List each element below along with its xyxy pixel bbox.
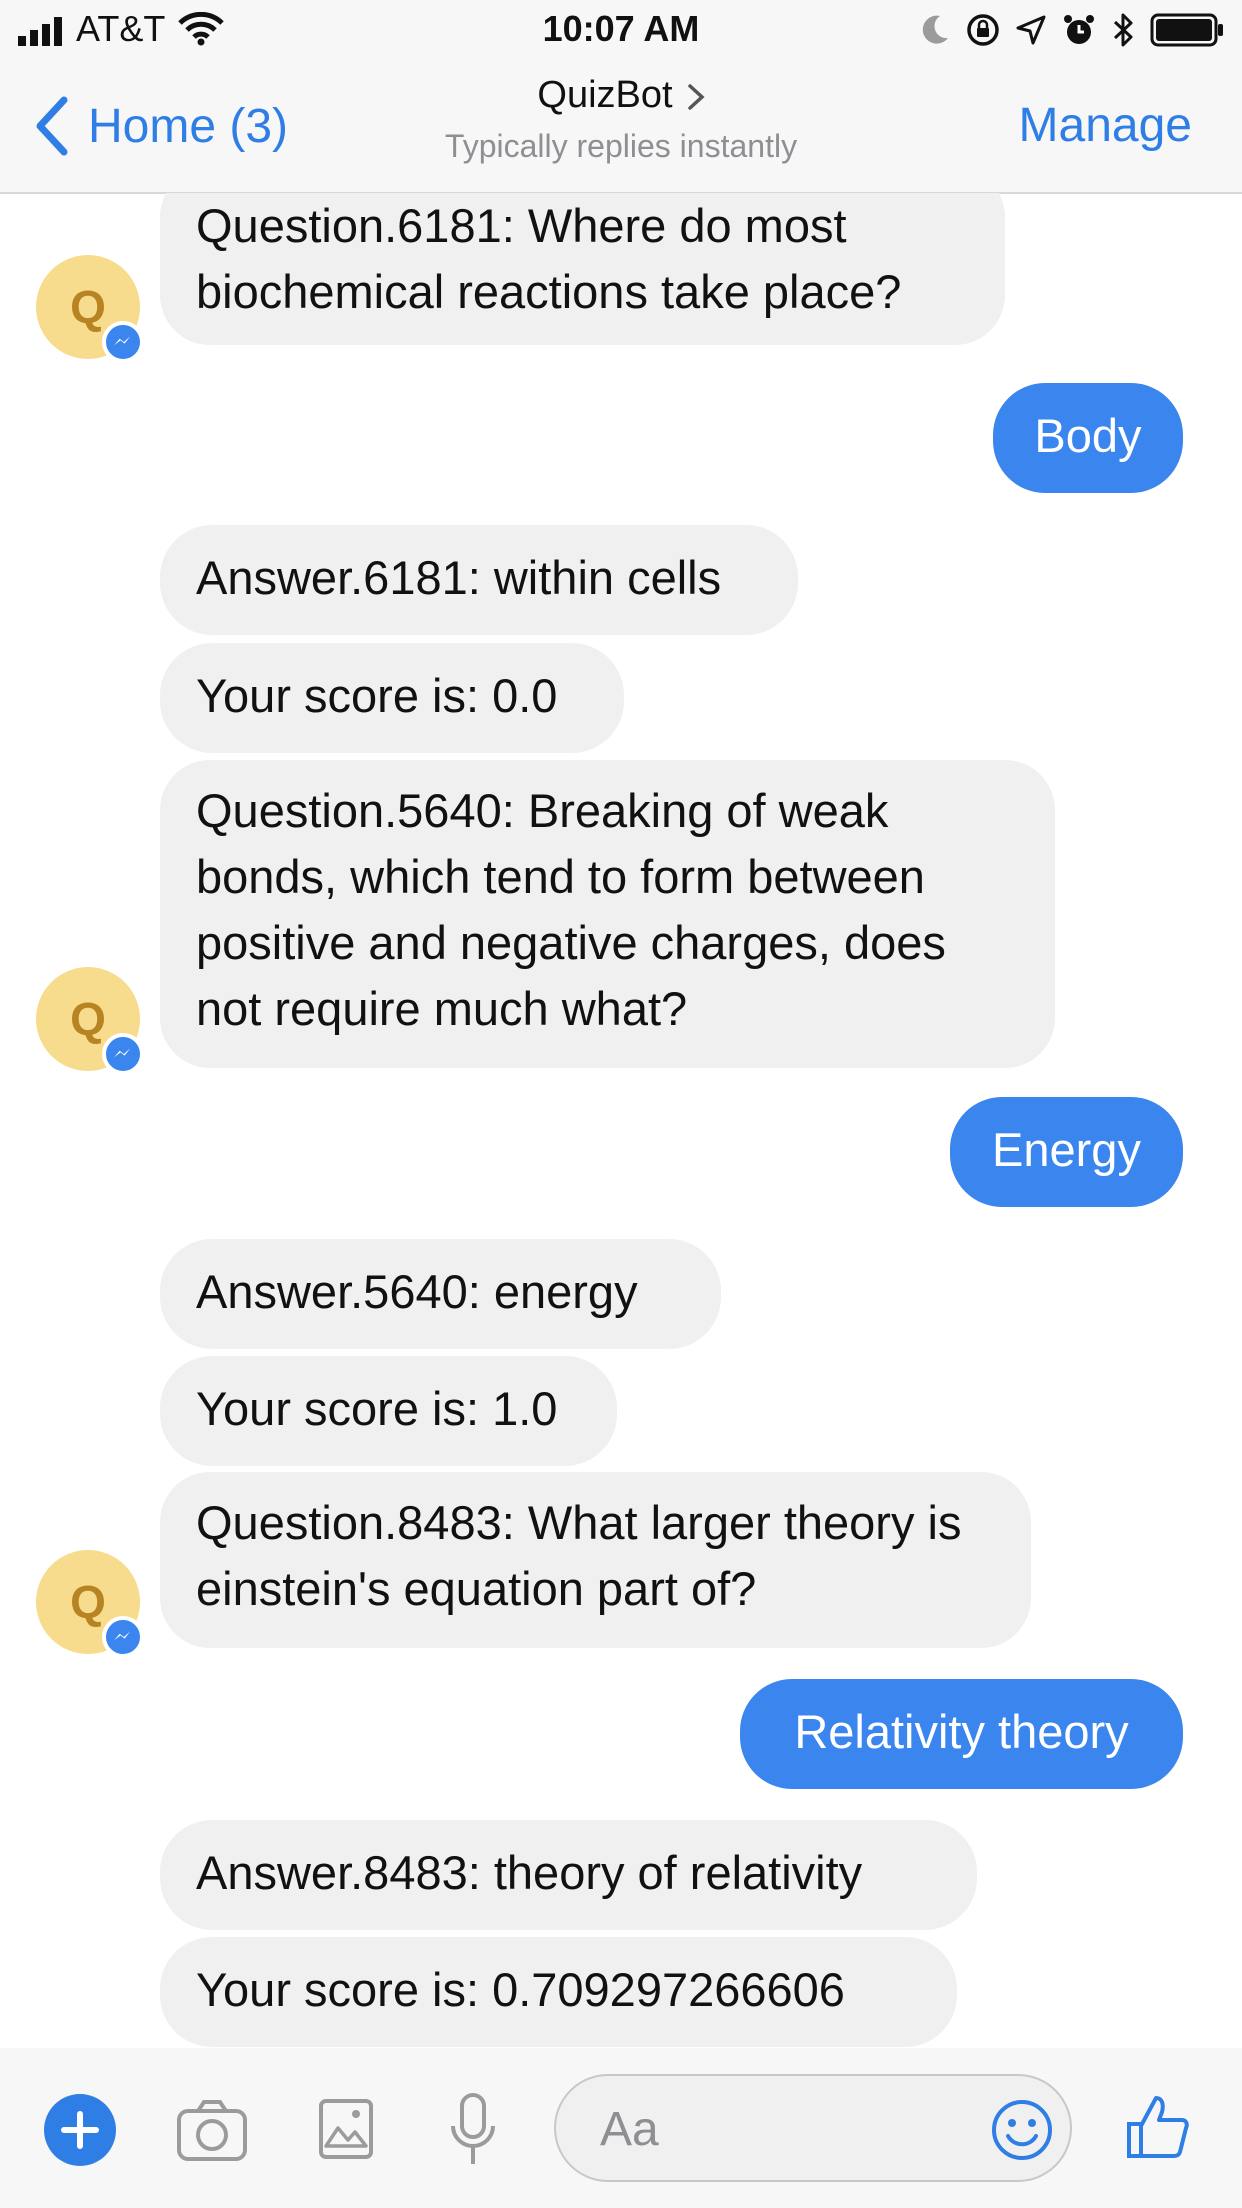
emoji-icon[interactable] <box>990 2098 1054 2162</box>
bot-message: Question.8483: What larger theory is ein… <box>160 1472 1031 1648</box>
bot-message: Your score is: 0.709297266606 <box>160 1937 957 2047</box>
image-icon[interactable] <box>318 2098 374 2160</box>
message-input[interactable]: Aa <box>554 2074 1072 2182</box>
messenger-badge-icon <box>102 321 144 363</box>
thumbs-up-icon[interactable] <box>1126 2094 1190 2160</box>
manage-button[interactable]: Manage <box>1019 98 1192 153</box>
messenger-badge-icon <box>102 1033 144 1075</box>
alarm-icon <box>1064 15 1094 44</box>
bot-message: Answer.5640: energy <box>160 1239 721 1349</box>
user-message: Body <box>993 383 1183 493</box>
bot-message: Your score is: 0.0 <box>160 643 624 753</box>
title-label: QuizBot <box>537 74 673 116</box>
bot-message: Answer.8483: theory of relativity <box>160 1820 977 1930</box>
message-input-placeholder: Aa <box>600 2103 659 2156</box>
bluetooth-icon <box>1113 13 1133 47</box>
message-list[interactable]: Question.6181: Where do most biochemical… <box>0 193 1242 2048</box>
title-chevron-icon <box>687 84 705 110</box>
moon-icon <box>922 15 948 44</box>
bot-avatar: Q <box>36 967 144 1075</box>
messenger-badge-icon <box>102 1616 144 1658</box>
bot-message: Your score is: 1.0 <box>160 1356 617 1466</box>
bot-message: Question.5640: Breaking of weak bonds, w… <box>160 760 1055 1068</box>
status-bar: AT&T 10:07 AM <box>0 0 1242 62</box>
bot-avatar: Q <box>36 255 144 363</box>
battery-icon <box>1150 13 1223 47</box>
bot-message: Question.6181: Where do most biochemical… <box>160 193 1005 345</box>
orientation-lock-icon <box>967 14 999 46</box>
camera-icon[interactable] <box>176 2098 248 2162</box>
bot-avatar: Q <box>36 1550 144 1658</box>
location-icon <box>1016 15 1046 45</box>
bot-message: Answer.6181: within cells <box>160 525 798 635</box>
microphone-icon[interactable] <box>448 2092 498 2168</box>
navigation-bar: Home (3) QuizBot Typically replies insta… <box>0 62 1242 194</box>
plus-icon[interactable] <box>44 2094 116 2166</box>
user-message: Energy <box>950 1097 1183 1207</box>
user-message: Relativity theory <box>740 1679 1183 1789</box>
